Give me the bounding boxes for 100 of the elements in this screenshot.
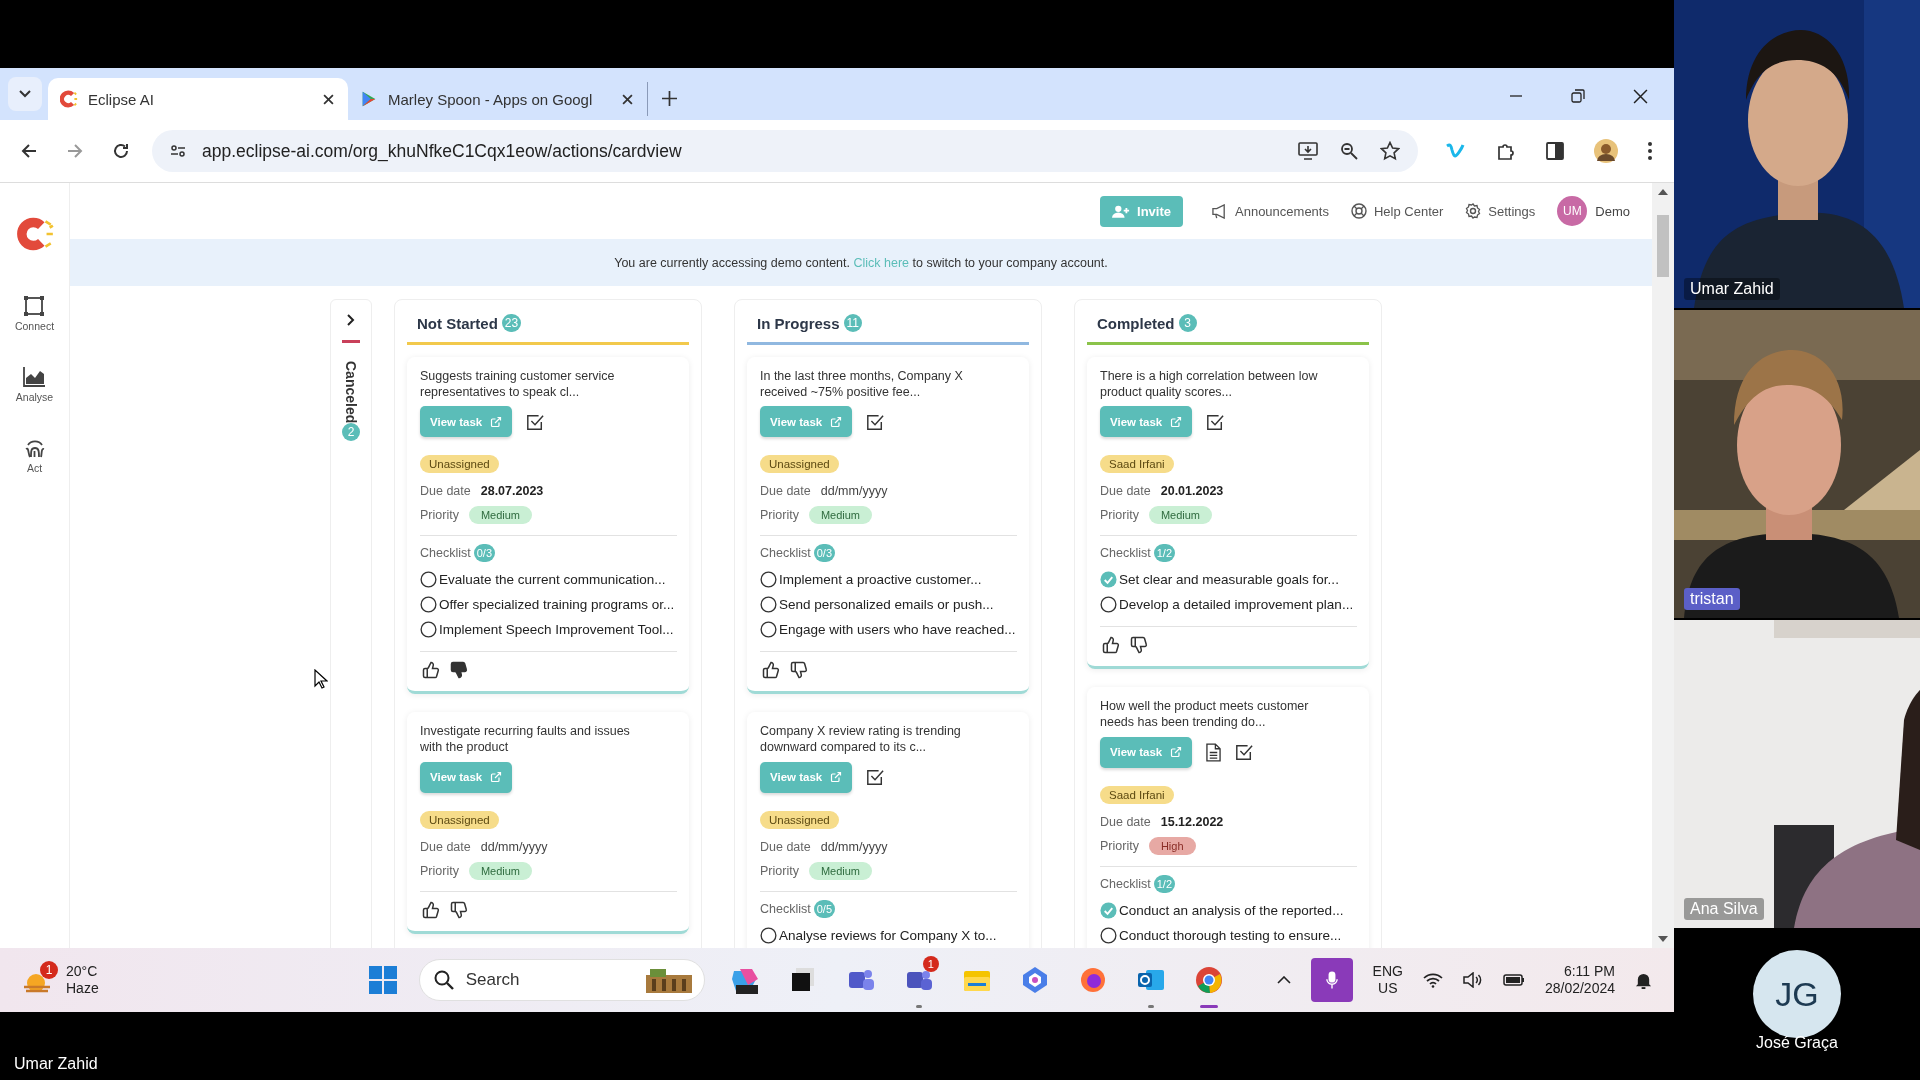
- document-icon[interactable]: [1206, 742, 1222, 762]
- chrome-app-icon[interactable]: [1193, 965, 1224, 995]
- header-link[interactable]: Announcements: [1211, 203, 1329, 219]
- taskbar-search[interactable]: Search: [418, 959, 705, 1001]
- checklist-item[interactable]: Offer specialized training programs or...: [439, 597, 675, 613]
- due-date-field[interactable]: dd/mm/yyyy: [820, 484, 888, 499]
- due-date-value[interactable]: 15.12.2022: [1160, 814, 1224, 829]
- checklist-item[interactable]: Analyse reviews for Company X to...: [779, 927, 997, 943]
- priority-tag[interactable]: Medium: [808, 506, 873, 525]
- checked-circle-icon[interactable]: [1100, 901, 1117, 919]
- radio-circle-icon[interactable]: [420, 621, 437, 639]
- close-icon[interactable]: [1633, 89, 1648, 104]
- checkbox-icon[interactable]: [1235, 743, 1254, 761]
- close-icon[interactable]: [323, 93, 334, 105]
- back-icon[interactable]: [20, 142, 38, 160]
- address-bar[interactable]: app.eclipse-ai.com/org_khuNfkeC1Cqx1eow/actions/cardview: [152, 130, 1418, 172]
- star-icon[interactable]: [1380, 141, 1400, 161]
- new-tab-icon[interactable]: [662, 91, 677, 106]
- volume-icon[interactable]: [1462, 972, 1483, 988]
- side-panel-icon[interactable]: [1546, 142, 1564, 160]
- scroll-down-icon[interactable]: [1658, 936, 1668, 942]
- checkbox-icon[interactable]: [526, 412, 545, 431]
- assignee-tag[interactable]: Unassigned: [760, 455, 839, 474]
- thumbs-up-icon[interactable]: [422, 661, 440, 680]
- checklist-item[interactable]: Conduct thorough testing to ensure...: [1119, 927, 1342, 943]
- radio-circle-icon[interactable]: [760, 926, 777, 944]
- start-icon[interactable]: [368, 966, 397, 994]
- temperature: 20°C: [66, 963, 99, 980]
- checkbox-icon[interactable]: [866, 412, 885, 431]
- thumbs-down-icon[interactable]: [450, 900, 468, 919]
- browser-tab[interactable]: Eclipse AI: [48, 78, 348, 120]
- install-icon[interactable]: [1298, 142, 1318, 160]
- header-link[interactable]: Help Center: [1350, 203, 1444, 219]
- profile-avatar-icon[interactable]: [1594, 139, 1618, 163]
- scrollbar[interactable]: [1652, 183, 1674, 948]
- battery-icon[interactable]: [1502, 973, 1525, 987]
- due-date-value[interactable]: 20.01.2023: [1160, 484, 1224, 499]
- nav-item[interactable]: Analyse: [15, 366, 54, 403]
- checklist-item[interactable]: Conduct an analysis of the reported...: [1119, 902, 1344, 918]
- radio-circle-icon[interactable]: [760, 571, 777, 589]
- checklist-item[interactable]: Set clear and measurable goals for...: [1119, 572, 1339, 588]
- microphone-button[interactable]: [1310, 958, 1353, 1002]
- priority-tag[interactable]: Medium: [808, 861, 873, 880]
- assignee-tag[interactable]: Saad Irfani: [1100, 455, 1174, 474]
- expand-icon[interactable]: [347, 314, 355, 326]
- checklist-item[interactable]: Send personalized emails or push...: [779, 597, 994, 613]
- checklist-item[interactable]: Implement Speech Improvement Tool...: [439, 622, 674, 638]
- radio-circle-icon[interactable]: [760, 596, 777, 614]
- radio-circle-icon[interactable]: [1100, 596, 1117, 614]
- due-date-field[interactable]: dd/mm/yyyy: [820, 839, 888, 854]
- puzzle-icon[interactable]: [1496, 141, 1516, 161]
- radio-circle-icon[interactable]: [760, 621, 777, 639]
- chevron-up-icon[interactable]: [1276, 976, 1291, 984]
- checkbox-icon[interactable]: [866, 768, 885, 786]
- clock[interactable]: 6:11 PM 28/02/2024: [1544, 962, 1615, 998]
- weather-widget[interactable]: 1 20°C Haze: [22, 961, 99, 999]
- assignee-tag[interactable]: Unassigned: [420, 455, 499, 474]
- task-summary: Suggests training customer service representatives to speak cl...: [420, 369, 616, 401]
- tab-list-button[interactable]: [8, 77, 42, 111]
- scroll-up-icon[interactable]: [1658, 189, 1668, 195]
- due-date-label: Due date: [760, 839, 811, 854]
- checkbox-icon[interactable]: [1206, 412, 1225, 431]
- browser-tab[interactable]: Marley Spoon - Apps on Googl: [348, 82, 648, 116]
- reload-icon[interactable]: [112, 142, 130, 160]
- thumbs-down-icon[interactable]: [450, 661, 468, 680]
- due-date-field[interactable]: dd/mm/yyyy: [480, 839, 548, 854]
- language-indicator[interactable]: ENG US: [1372, 962, 1403, 998]
- due-date-value[interactable]: 28.07.2023: [480, 484, 544, 499]
- priority-tag[interactable]: Medium: [1148, 506, 1213, 525]
- nav-item[interactable]: Connect: [14, 295, 55, 332]
- site-settings-icon[interactable]: [170, 143, 186, 159]
- checklist-item[interactable]: Engage with users who have reached...: [779, 622, 1016, 638]
- assignee-tag[interactable]: Saad Irfani: [1100, 785, 1174, 804]
- close-icon[interactable]: [622, 93, 633, 105]
- thumbs-up-icon[interactable]: [422, 900, 440, 919]
- assignee-tag[interactable]: Unassigned: [420, 810, 499, 829]
- user-name[interactable]: Demo: [1595, 203, 1630, 219]
- thumbs-down-icon[interactable]: [1130, 636, 1148, 655]
- radio-circle-icon[interactable]: [420, 571, 437, 589]
- restore-icon[interactable]: [1571, 89, 1585, 103]
- radio-circle-icon[interactable]: [420, 596, 437, 614]
- priority-tag[interactable]: High: [1148, 836, 1196, 855]
- checklist-item[interactable]: Evaluate the current communication...: [439, 572, 666, 588]
- thumbs-up-icon[interactable]: [762, 661, 780, 680]
- checklist-item[interactable]: Implement a proactive customer...: [779, 572, 982, 588]
- nav-item[interactable]: Act: [23, 437, 46, 474]
- checklist-item[interactable]: Develop a detailed improvement plan...: [1119, 597, 1354, 613]
- thumbs-up-icon[interactable]: [1102, 636, 1120, 655]
- zoom-icon[interactable]: [1340, 142, 1358, 160]
- more-icon[interactable]: [1648, 142, 1652, 160]
- radio-circle-icon[interactable]: [1100, 926, 1117, 944]
- thumbs-down-icon[interactable]: [790, 661, 808, 680]
- header-link[interactable]: Settings: [1465, 203, 1536, 219]
- wifi-icon[interactable]: [1422, 972, 1443, 988]
- scrollbar-thumb[interactable]: [1657, 215, 1669, 277]
- assignee-tag[interactable]: Unassigned: [760, 810, 839, 829]
- checked-circle-icon[interactable]: [1100, 571, 1117, 589]
- forward-icon[interactable]: [66, 142, 84, 160]
- priority-tag[interactable]: Medium: [468, 861, 533, 880]
- priority-tag[interactable]: Medium: [468, 506, 533, 525]
